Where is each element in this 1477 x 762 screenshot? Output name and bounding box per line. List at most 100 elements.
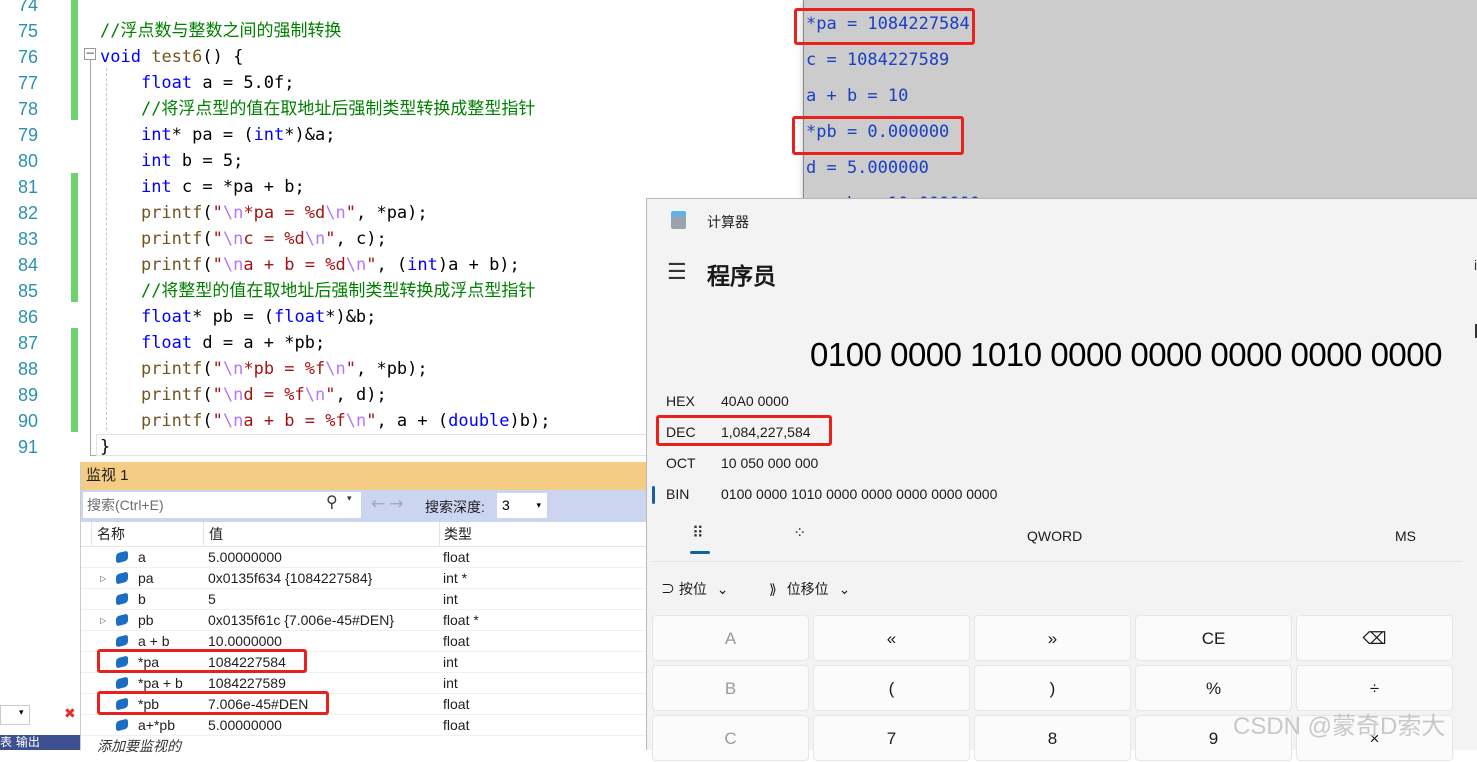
watch-header: 名称 值 类型	[81, 522, 646, 547]
watch-value[interactable]: 0x0135f61c {7.006e-45#DEN}	[208, 610, 394, 631]
variable-icon	[116, 634, 128, 648]
code-line[interactable]: 76 void test6() {	[0, 44, 800, 70]
key-8[interactable]: 8	[974, 715, 1131, 761]
watch-window: 监视 1 搜索(Ctrl+E) ⚲ ▾ ←→ 搜索深度: 3 ▾ 名称 值 类型…	[80, 462, 646, 754]
line-number: 80	[17, 151, 38, 171]
error-close-icon[interactable]: ✖	[64, 706, 76, 722]
code-text: //将浮点型的值在取地址后强制类型转换成整型指针	[140, 99, 536, 119]
word-size-button[interactable]: QWORD	[1027, 528, 1082, 544]
bitwise-dropdown[interactable]: ⊃ 按位 ⌄	[661, 579, 729, 599]
watch-type: float	[443, 717, 470, 733]
bit-toggle-icon[interactable]: ⁘	[793, 523, 806, 543]
code-text: printf("\n*pa = %d\n", *pa);	[140, 203, 428, 223]
watch-row[interactable]: a+*pb 5.00000000 float	[81, 715, 646, 736]
search-dropdown-icon[interactable]: ▾	[347, 494, 352, 504]
code-line[interactable]: 78 //将浮点型的值在取地址后强制类型转换成整型指针	[0, 96, 800, 122]
back-arrow-icon[interactable]: ←	[371, 494, 389, 514]
highlight-box	[794, 8, 975, 45]
highlight-box	[97, 691, 329, 715]
console-line: a + b = 10	[806, 86, 909, 106]
key-b: B	[652, 665, 809, 711]
column-type[interactable]: 类型	[444, 522, 472, 547]
key-symbol[interactable]: ⌫	[1296, 615, 1453, 661]
watch-title: 监视 1	[81, 462, 646, 490]
code-line[interactable]: 80 int b = 5;	[0, 148, 800, 174]
calculator-window: 计算器 ☰ 程序员 i 0100 0000 1010 0000 0000 000…	[646, 198, 1477, 761]
calculator-app-icon	[671, 211, 686, 229]
code-text: float d = a + *pb;	[140, 333, 326, 353]
watch-name[interactable]: pb	[138, 610, 154, 631]
key-symbol[interactable]: «	[813, 615, 970, 661]
variable-icon	[116, 718, 128, 732]
watch-name[interactable]: a+*pb	[138, 715, 175, 736]
variable-icon	[116, 613, 128, 627]
code-line[interactable]: 81 int c = *pa + b;	[0, 174, 800, 200]
code-line[interactable]: 79 int* pa = (int*)&a;	[0, 122, 800, 148]
side-dropdown[interactable]: ▾	[0, 705, 30, 725]
key-symbol[interactable]: %	[1135, 665, 1292, 711]
radix-value: 10 050 000 000	[721, 455, 819, 471]
key-symbol[interactable]: (	[813, 665, 970, 711]
hamburger-menu-icon[interactable]: ☰	[667, 259, 687, 285]
line-number: 90	[17, 411, 38, 431]
search-icon[interactable]: ⚲	[326, 492, 338, 511]
watch-value[interactable]: 0x0135f634 {1084227584}	[208, 568, 372, 589]
variable-icon	[116, 676, 128, 690]
key-c: C	[652, 715, 809, 761]
key-symbol[interactable]: )	[974, 665, 1131, 711]
key-symbol[interactable]: ÷	[1296, 665, 1453, 711]
code-line[interactable]: 74	[0, 0, 800, 18]
bottom-tabs[interactable]: 表 输出	[0, 735, 80, 750]
column-value[interactable]: 值	[209, 522, 223, 547]
search-depth-select[interactable]: 3 ▾	[497, 493, 547, 518]
code-line[interactable]: 77 float a = 5.0f;	[0, 70, 800, 96]
code-text: }	[100, 437, 111, 457]
watch-name[interactable]: b	[138, 589, 146, 610]
line-number: 75	[17, 21, 38, 41]
line-number: 78	[17, 99, 38, 119]
code-line[interactable]: 75 //浮点数与整数之间的强制转换	[0, 18, 800, 44]
memory-store-button[interactable]: MS	[1395, 528, 1416, 544]
key-a: A	[652, 615, 809, 661]
search-depth-value: 3	[502, 497, 510, 513]
watch-type: int	[443, 654, 458, 670]
code-text: int c = *pa + b;	[140, 177, 305, 197]
bitshift-dropdown[interactable]: ⟫ 位移位 ⌄	[769, 579, 850, 599]
code-text: void test6() {	[100, 47, 244, 67]
watch-search-input[interactable]: 搜索(Ctrl+E)	[83, 492, 361, 518]
watch-type: int	[443, 591, 458, 607]
line-number: 74	[17, 0, 38, 15]
chevron-down-icon: ⌄	[838, 581, 851, 597]
forward-arrow-icon[interactable]: →	[389, 494, 407, 514]
watch-value[interactable]: 5.00000000	[208, 547, 282, 568]
dropdown-icon: ▾	[19, 708, 24, 718]
watch-type: int	[443, 675, 458, 691]
bitshift-icon: ⟫	[769, 581, 777, 597]
watch-type: int *	[443, 570, 468, 586]
watch-value[interactable]: 5.00000000	[208, 715, 282, 736]
watch-name[interactable]: a	[138, 547, 146, 568]
key-symbol[interactable]: »	[974, 615, 1131, 661]
key-7[interactable]: 7	[813, 715, 970, 761]
watch-row[interactable]: b 5 int	[81, 589, 646, 610]
console-window: *pa = 1084227584 c = 1084227589 a + b = 10…	[792, 0, 1477, 230]
watermark: CSDN @蒙奇D索大	[1233, 713, 1446, 740]
logic-gate-icon: ⊃	[661, 581, 675, 597]
expand-icon[interactable]: ▷	[100, 610, 106, 631]
expand-icon[interactable]: ▷	[100, 568, 106, 589]
watch-row[interactable]: a 5.00000000 float	[81, 547, 646, 568]
watch-row[interactable]: ▷ pa 0x0135f634 {1084227584} int *	[81, 568, 646, 589]
line-number: 77	[17, 73, 38, 93]
add-watch-item[interactable]: 添加要监视的	[97, 736, 181, 756]
mode-title: 程序员	[707, 263, 776, 289]
calculator-display: 0100 0000 1010 0000 0000 0000 0000 0000	[810, 336, 1442, 373]
line-number: 83	[17, 229, 38, 249]
line-number: 91	[17, 437, 38, 457]
watch-name[interactable]: pa	[138, 568, 154, 589]
watch-value[interactable]: 5	[208, 589, 216, 610]
keypad-icon[interactable]: ⠿	[692, 523, 704, 543]
watch-type: float *	[443, 612, 479, 628]
column-name[interactable]: 名称	[97, 522, 125, 547]
watch-row[interactable]: ▷ pb 0x0135f61c {7.006e-45#DEN} float *	[81, 610, 646, 631]
key-ce[interactable]: CE	[1135, 615, 1292, 661]
